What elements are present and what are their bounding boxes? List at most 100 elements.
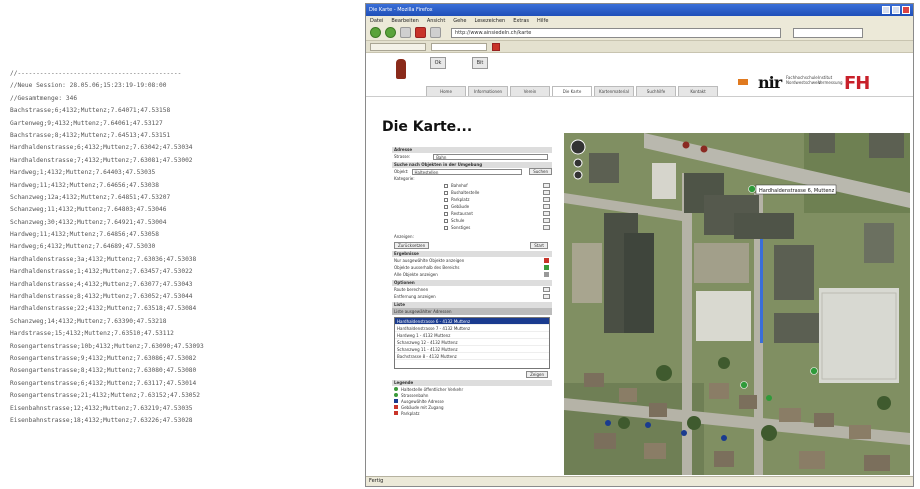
map-marker-icon[interactable] (748, 185, 756, 193)
map-marker-icon[interactable] (681, 430, 687, 436)
map-marker-icon[interactable] (700, 145, 708, 153)
list-item[interactable]: Schanzweg 12 - 4132 Muttenz (395, 339, 549, 346)
category-icon (543, 190, 550, 195)
log-line: Gartenweg;9;4132;Muttenz;7.64061;47.5312… (10, 119, 163, 127)
title-bar: Die Karte - Mozilla Firefox (366, 4, 913, 16)
map-marker-icon[interactable] (810, 367, 818, 375)
log-line: Hardhaldenstrasse;4;4132;Muttenz;7.63077… (10, 280, 193, 288)
checkbox[interactable] (444, 218, 448, 223)
back-button[interactable] (370, 27, 381, 38)
search-box[interactable] (793, 27, 863, 38)
fh-subtitle: Institut Vermessung (818, 75, 843, 85)
checkbox[interactable] (444, 183, 448, 188)
list-item[interactable]: Hardweg 1 - 4132 Muttenz (395, 332, 549, 339)
reload-button[interactable] (400, 27, 411, 38)
list-item[interactable]: Bachstrasse 8 - 4132 Muttenz (395, 353, 549, 360)
map-marker-icon[interactable] (605, 420, 611, 426)
site-tab[interactable]: Suchhilfe (636, 86, 676, 96)
option-toggle[interactable] (543, 294, 550, 299)
category-item[interactable]: Bushaltestelle (444, 189, 552, 196)
header-button-bit[interactable]: Bit (472, 57, 488, 69)
option-item[interactable]: Route berechnen (392, 286, 552, 293)
map-marker-icon[interactable] (682, 141, 690, 149)
category-item[interactable]: Bahnhof (444, 182, 552, 189)
toggle-icon[interactable] (544, 272, 549, 277)
category-item[interactable]: Sonstiges (444, 224, 552, 231)
category-label: Sonstiges (451, 225, 471, 230)
map-marker-icon[interactable] (645, 422, 651, 428)
result-option[interactable]: Nur ausgewählte Objekte anzeigen (392, 257, 552, 264)
checkbox[interactable] (444, 211, 448, 216)
toggle-icon[interactable] (544, 265, 549, 270)
bookmark-item[interactable] (492, 42, 500, 51)
option-label: Route berechnen (394, 287, 429, 292)
checkbox[interactable] (444, 204, 448, 209)
checkbox[interactable] (444, 190, 448, 195)
bookmark-item[interactable] (370, 42, 426, 51)
search-button[interactable]: Suchen (529, 168, 552, 175)
stop-button[interactable] (415, 27, 426, 38)
site-tab[interactable]: Die Karte (552, 86, 592, 96)
log-line: Rosengartenstrasse;8;4132;Muttenz;7.6308… (10, 367, 197, 375)
close-button[interactable] (902, 6, 910, 14)
category-item[interactable]: Restaurant (444, 210, 552, 217)
zoom-in-icon[interactable] (573, 158, 583, 168)
address-listbox[interactable]: Hardhaldenstrasse 6 - 4132 Muttenz Hardha… (394, 317, 550, 369)
minimize-button[interactable] (882, 6, 890, 14)
menu-item[interactable]: Ansicht (427, 18, 445, 24)
toggle-icon[interactable] (544, 258, 549, 263)
log-line: Rosengartenstrasse;10b;4132;Muttenz;7.63… (10, 342, 204, 350)
aerial-photo[interactable]: Hardhaldenstrasse 6, Muttenz (564, 133, 910, 475)
legend-label: Strassenbahn (401, 392, 429, 398)
start-button[interactable]: Start (530, 242, 548, 249)
site-tab[interactable]: Kartenmaterial (594, 86, 634, 96)
search-panel: Adresse Strasse: Bahn Suche nach Objekte… (392, 145, 552, 473)
arrow-icon (738, 79, 748, 85)
checkbox[interactable] (444, 225, 448, 230)
category-item[interactable]: Gebäude (444, 203, 552, 210)
category-list: Bahnhof Bushaltestelle Parkplatz Gebäude Res… (392, 182, 552, 231)
object-select[interactable]: Haltestellen (411, 168, 523, 175)
site-tab[interactable]: Verein (510, 86, 550, 96)
list-item[interactable]: Hardhaldenstrasse 7 - 4132 Muttenz (395, 325, 549, 332)
map-marker-icon[interactable] (740, 381, 748, 389)
category-icon (543, 211, 550, 216)
maximize-button[interactable] (892, 6, 900, 14)
address-bar[interactable]: http://www.ainsiedeln.ch/karte (451, 27, 781, 38)
site-tab[interactable]: Home (426, 86, 466, 96)
show-button[interactable]: Zeigen (526, 371, 548, 378)
site-tab[interactable]: Kontakt (678, 86, 718, 96)
legend-item: Parkplatz (392, 410, 552, 416)
menu-item[interactable]: Gehe (453, 18, 466, 24)
zoom-out-icon[interactable] (573, 170, 583, 180)
bookmark-item[interactable] (431, 42, 487, 51)
option-toggle[interactable] (543, 287, 550, 292)
option-item[interactable]: Entfernung anzeigen (392, 293, 552, 300)
site-tab[interactable]: Informationen (468, 86, 508, 96)
forward-button[interactable] (385, 27, 396, 38)
menu-item[interactable]: Hilfe (537, 18, 548, 24)
home-button[interactable] (430, 27, 441, 38)
log-line: Hardhaldenstrasse;7;4132;Muttenz;7.63081… (10, 156, 193, 164)
menu-item[interactable]: Extras (513, 18, 529, 24)
map-marker-icon[interactable] (766, 395, 772, 401)
map-marker-icon[interactable] (721, 435, 727, 441)
result-option[interactable]: Alle Objekte anzeigen (392, 271, 552, 278)
header-button-ok[interactable]: Ok (430, 57, 446, 69)
menu-item[interactable]: Lesezeichen (475, 18, 506, 24)
category-item[interactable]: Schule (444, 217, 552, 224)
list-item[interactable]: Hardhaldenstrasse 6 - 4132 Muttenz (395, 318, 549, 325)
result-option[interactable]: Objekte ausserhalb des Bereichs (392, 264, 552, 271)
pan-control-icon[interactable] (570, 139, 586, 155)
menu-item[interactable]: Bearbeiten (391, 18, 418, 24)
street-input[interactable]: Bahn (433, 153, 548, 160)
aerial-map[interactable]: Hardhaldenstrasse 6, Muttenz (564, 133, 910, 475)
category-item[interactable]: Parkplatz (444, 196, 552, 203)
log-line: Eisenbahnstrasse;18;4132;Muttenz;7.63226… (10, 416, 193, 424)
category-label: Schule (451, 218, 465, 223)
log-line: Bachstrasse;6;4132;Muttenz;7.64071;47.53… (10, 107, 171, 115)
menu-item[interactable]: Datei (370, 18, 383, 24)
reset-button[interactable]: Zurücksetzen (394, 242, 430, 249)
checkbox[interactable] (444, 197, 448, 202)
list-item[interactable]: Schanzweg 11 - 4132 Muttenz (395, 346, 549, 353)
